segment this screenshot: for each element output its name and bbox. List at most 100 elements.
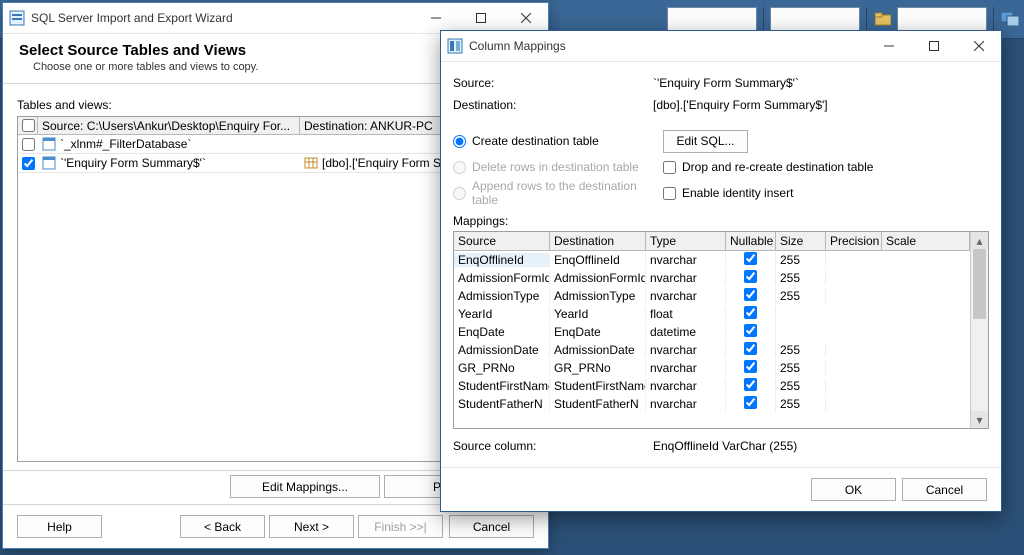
mapping-row[interactable]: StudentFatherNStudentFatherNnvarchar255 xyxy=(454,395,970,413)
edit-sql-button[interactable]: Edit SQL... xyxy=(663,130,748,153)
cell-destination[interactable]: YearId xyxy=(550,307,646,321)
cell-source: GR_PRNo xyxy=(454,361,550,375)
ribbon-box-3[interactable] xyxy=(897,7,987,31)
cell-nullable[interactable] xyxy=(726,378,776,394)
mapping-row[interactable]: AdmissionFormIdAdmissionFormIdnvarchar25… xyxy=(454,269,970,287)
mappings-scrollbar[interactable]: ▴ ▾ xyxy=(970,232,988,428)
ribbon-sep xyxy=(993,7,994,31)
cell-type[interactable]: nvarchar xyxy=(646,253,726,267)
cell-source: EnqOfflineId xyxy=(454,253,550,267)
identity-insert-label: Enable identity insert xyxy=(682,186,793,200)
mapping-row[interactable]: StudentFirstNameStudentFirstNamenvarchar… xyxy=(454,377,970,395)
cell-size[interactable]: 255 xyxy=(776,343,826,357)
nullable-checkbox[interactable] xyxy=(744,252,757,265)
minimize-button[interactable] xyxy=(413,3,458,33)
folder-icon[interactable] xyxy=(873,9,893,29)
cancel-button[interactable]: Cancel xyxy=(449,515,534,538)
identity-insert-checkbox[interactable] xyxy=(663,187,676,200)
scroll-down-arrow[interactable]: ▾ xyxy=(971,411,988,428)
cell-destination[interactable]: AdmissionDate xyxy=(550,343,646,357)
cell-type[interactable]: nvarchar xyxy=(646,289,726,303)
dialog-minimize-button[interactable] xyxy=(866,31,911,61)
nullable-checkbox[interactable] xyxy=(744,342,757,355)
row-source: `'Enquiry Form Summary$'` xyxy=(60,156,206,170)
cell-nullable[interactable] xyxy=(726,306,776,322)
nullable-checkbox[interactable] xyxy=(744,378,757,391)
col-precision[interactable]: Precision xyxy=(826,232,882,251)
maximize-button[interactable] xyxy=(458,3,503,33)
cell-destination[interactable]: StudentFirstName xyxy=(550,379,646,393)
cell-type[interactable]: nvarchar xyxy=(646,397,726,411)
close-button[interactable] xyxy=(503,3,548,33)
row-checkbox[interactable] xyxy=(22,138,35,151)
cell-type[interactable]: nvarchar xyxy=(646,343,726,357)
ribbon-box-2[interactable] xyxy=(770,7,860,31)
cell-nullable[interactable] xyxy=(726,252,776,268)
cell-size[interactable]: 255 xyxy=(776,379,826,393)
col-source[interactable]: Source xyxy=(454,232,550,251)
cell-size[interactable]: 255 xyxy=(776,289,826,303)
cell-type[interactable]: nvarchar xyxy=(646,271,726,285)
cell-size[interactable]: 255 xyxy=(776,253,826,267)
scroll-up-arrow[interactable]: ▴ xyxy=(971,232,988,249)
finish-button[interactable]: Finish >>| xyxy=(358,515,443,538)
cell-type[interactable]: datetime xyxy=(646,325,726,339)
cell-nullable[interactable] xyxy=(726,342,776,358)
mapping-row[interactable]: EnqDateEnqDatedatetime xyxy=(454,323,970,341)
mapping-row[interactable]: AdmissionDateAdmissionDatenvarchar255 xyxy=(454,341,970,359)
next-button[interactable]: Next > xyxy=(269,515,354,538)
select-all-checkbox[interactable] xyxy=(22,119,35,132)
cell-nullable[interactable] xyxy=(726,288,776,304)
cell-destination[interactable]: AdmissionFormId xyxy=(550,271,646,285)
nullable-checkbox[interactable] xyxy=(744,324,757,337)
cell-nullable[interactable] xyxy=(726,324,776,340)
col-nullable[interactable]: Nullable xyxy=(726,232,776,251)
mappings-grid[interactable]: Source Destination Type Nullable Size Pr… xyxy=(453,231,989,429)
nullable-checkbox[interactable] xyxy=(744,396,757,409)
dialog-close-button[interactable] xyxy=(956,31,1001,61)
mapping-row[interactable]: EnqOfflineIdEnqOfflineIdnvarchar255 xyxy=(454,251,970,269)
col-check[interactable] xyxy=(18,117,38,135)
dialog-cancel-button[interactable]: Cancel xyxy=(902,478,987,501)
scroll-thumb[interactable] xyxy=(973,249,986,319)
cell-type[interactable]: nvarchar xyxy=(646,379,726,393)
cell-nullable[interactable] xyxy=(726,360,776,376)
dialog-titlebar[interactable]: Column Mappings xyxy=(441,31,1001,62)
nullable-checkbox[interactable] xyxy=(744,306,757,319)
col-size[interactable]: Size xyxy=(776,232,826,251)
cell-nullable[interactable] xyxy=(726,270,776,286)
nullable-checkbox[interactable] xyxy=(744,360,757,373)
col-type[interactable]: Type xyxy=(646,232,726,251)
cell-destination[interactable]: EnqDate xyxy=(550,325,646,339)
drop-recreate-checkbox[interactable] xyxy=(663,161,676,174)
edit-mappings-button[interactable]: Edit Mappings... xyxy=(230,475,380,498)
cell-destination[interactable]: EnqOfflineId xyxy=(550,253,646,267)
help-button[interactable]: Help xyxy=(17,515,102,538)
col-source[interactable]: Source: C:\Users\Ankur\Desktop\Enquiry F… xyxy=(38,117,300,135)
create-table-radio[interactable] xyxy=(453,135,466,148)
append-rows-label: Append rows to the destination table xyxy=(472,179,663,207)
cell-destination[interactable]: GR_PRNo xyxy=(550,361,646,375)
window-switch-icon[interactable] xyxy=(1000,9,1020,29)
nullable-checkbox[interactable] xyxy=(744,270,757,283)
ribbon-box-1[interactable] xyxy=(667,7,757,31)
row-checkbox[interactable] xyxy=(22,157,35,170)
mapping-row[interactable]: AdmissionTypeAdmissionTypenvarchar255 xyxy=(454,287,970,305)
dialog-maximize-button[interactable] xyxy=(911,31,956,61)
cell-size[interactable]: 255 xyxy=(776,397,826,411)
cell-size[interactable]: 255 xyxy=(776,271,826,285)
col-scale[interactable]: Scale xyxy=(882,232,970,251)
back-button[interactable]: < Back xyxy=(180,515,265,538)
ok-button[interactable]: OK xyxy=(811,478,896,501)
cell-type[interactable]: nvarchar xyxy=(646,361,726,375)
mapping-row[interactable]: GR_PRNoGR_PRNonvarchar255 xyxy=(454,359,970,377)
mapping-row[interactable]: YearIdYearIdfloat xyxy=(454,305,970,323)
sheet-icon xyxy=(42,137,56,151)
cell-destination[interactable]: AdmissionType xyxy=(550,289,646,303)
cell-destination[interactable]: StudentFatherN xyxy=(550,397,646,411)
cell-nullable[interactable] xyxy=(726,396,776,412)
cell-type[interactable]: float xyxy=(646,307,726,321)
nullable-checkbox[interactable] xyxy=(744,288,757,301)
cell-size[interactable]: 255 xyxy=(776,361,826,375)
col-destination[interactable]: Destination xyxy=(550,232,646,251)
